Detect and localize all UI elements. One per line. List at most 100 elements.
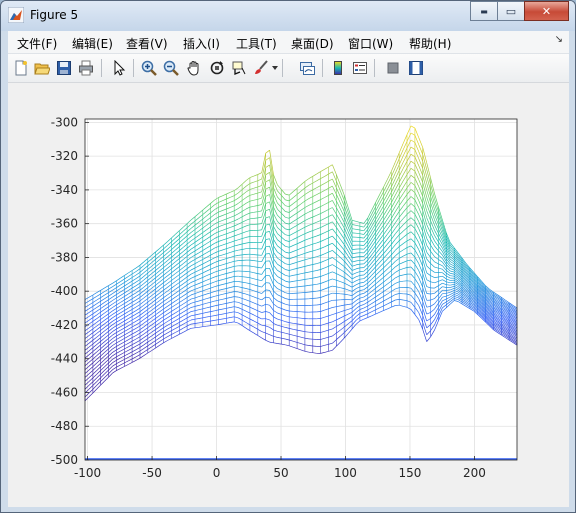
zoom-in-button[interactable]: [139, 58, 159, 78]
toolbar-separator: [282, 59, 283, 77]
y-tick-label: -380: [51, 250, 78, 264]
menu-help[interactable]: 帮助(H): [409, 35, 451, 52]
menu-window[interactable]: 窗口(W): [348, 35, 393, 52]
figure-toolbar: [8, 54, 569, 83]
matlab-logo-icon: [8, 7, 24, 23]
menu-tools[interactable]: 工具(T): [236, 35, 277, 52]
zoom-out-button[interactable]: [161, 58, 181, 78]
close-icon: ✕: [541, 4, 552, 18]
insert-legend-button[interactable]: [350, 58, 370, 78]
folder-icon: [34, 63, 50, 75]
data-cursor-button[interactable]: [229, 58, 249, 78]
menu-view[interactable]: 查看(V): [126, 35, 168, 52]
figure-canvas[interactable]: -100 -50 0 50 100 150 200 -500 -480 -460 -440 -420-…: [8, 83, 569, 507]
link-plot-button[interactable]: [297, 58, 317, 78]
dock-arrow-icon[interactable]: ↘: [555, 34, 563, 45]
mesh-row-segment: [210, 324, 215, 327]
y-tick-label: -400: [51, 284, 78, 298]
menu-insert[interactable]: 插入(I): [183, 35, 220, 52]
y-tick-label: -500: [51, 453, 78, 467]
menu-edit[interactable]: 编辑(E): [72, 35, 113, 52]
mesh-row-segment: [308, 351, 313, 354]
new-figure-button[interactable]: [11, 58, 31, 78]
figure-client-area: 文件(F) 编辑(E) 查看(V) 插入(I) 工具(T) 桌面(D) 窗口(W…: [8, 31, 569, 507]
colorbar-icon: [334, 61, 342, 75]
close-button[interactable]: ✕: [524, 1, 569, 21]
edit-plot-button[interactable]: [109, 58, 129, 78]
pointer-icon: [114, 60, 126, 76]
maximize-icon: ▭: [505, 4, 517, 18]
print-button[interactable]: [76, 58, 96, 78]
x-tick-label: -100: [74, 466, 101, 480]
mesh-row-segment: [304, 331, 309, 333]
mesh-row-segment: [297, 286, 302, 288]
title-bar[interactable]: Figure 5 ▬ ▭ ✕: [1, 1, 575, 31]
minimize-icon: ▬: [480, 6, 488, 16]
mesh-row-segment: [265, 289, 270, 291]
mesh-row-segment: [206, 325, 211, 327]
mesh-row-segment: [308, 345, 313, 347]
menu-file[interactable]: 文件(F): [17, 35, 57, 52]
mesh-row-segment: [238, 275, 243, 278]
mesh-row-segment: [202, 325, 207, 328]
mesh-row-segment: [265, 253, 270, 255]
mesh-row-segment: [289, 316, 294, 318]
mesh-row-segment: [406, 266, 412, 268]
y-tick-label: -440: [51, 352, 78, 366]
brush-dropdown-icon[interactable]: [272, 66, 278, 70]
mesh-row-segment: [234, 265, 239, 267]
open-button[interactable]: [32, 58, 52, 78]
brush-button[interactable]: [251, 58, 271, 78]
rotate-3d-button[interactable]: [207, 58, 227, 78]
menu-bar: 文件(F) 编辑(E) 查看(V) 插入(I) 工具(T) 桌面(D) 窗口(W…: [8, 31, 569, 54]
menu-desktop[interactable]: 桌面(D): [291, 35, 334, 52]
y-tick-label: -460: [51, 385, 78, 399]
mesh-row-segment: [190, 327, 196, 329]
mesh-row-segment: [450, 275, 455, 277]
mesh-row-segment: [355, 232, 360, 235]
link-icon: [300, 62, 315, 75]
mesh-row-segment: [316, 304, 321, 306]
hide-plot-tools-button[interactable]: [383, 58, 403, 78]
legend-icon: [353, 62, 367, 74]
mesh-row-segment: [359, 240, 364, 243]
insert-colorbar-button[interactable]: [328, 58, 348, 78]
pan-button[interactable]: [184, 58, 204, 78]
mesh-row-segment: [293, 286, 298, 288]
y-tick-label: -420: [51, 318, 78, 332]
mesh-row-segment: [242, 254, 247, 256]
mesh-row-segment: [446, 289, 451, 291]
x-tick-label: 0: [213, 466, 221, 480]
minimize-button[interactable]: ▬: [470, 1, 498, 21]
hand-icon: [187, 60, 199, 76]
mesh-row-segment: [355, 256, 360, 258]
rotate-icon: [210, 61, 224, 75]
toolbar-separator: [101, 59, 102, 77]
x-tick-label: 150: [399, 466, 422, 480]
data-cursor-icon: [232, 61, 246, 75]
mesh-row-segment: [359, 278, 364, 280]
mesh-row-segment: [289, 287, 294, 289]
show-plot-tools-button[interactable]: [406, 58, 426, 78]
maximize-button[interactable]: ▭: [497, 1, 525, 21]
new-file-icon: [15, 60, 27, 76]
mesh-row-segment: [253, 217, 258, 219]
mesh-plot[interactable]: -100 -50 0 50 100 150 200-500-480-460-440-420-…: [8, 83, 569, 507]
mesh-row-segment: [257, 260, 262, 263]
x-tick-label: 200: [463, 466, 486, 480]
save-button[interactable]: [54, 58, 74, 78]
hide-tools-icon: [387, 62, 399, 74]
print-icon: [79, 60, 93, 76]
y-tick-label: -320: [51, 149, 78, 163]
brush-icon: [255, 60, 268, 74]
mesh-row-segment: [308, 284, 313, 286]
zoom-out-icon: [163, 60, 179, 76]
y-tick-label: -300: [51, 115, 78, 129]
mesh-row-segment: [308, 291, 313, 293]
mesh-row-segment: [257, 223, 262, 225]
mesh-row-segment: [234, 296, 239, 298]
x-tick-label: -50: [142, 466, 162, 480]
mesh-row-segment: [352, 248, 357, 250]
mesh-row-segment: [238, 254, 243, 256]
x-tick-label: 100: [334, 466, 357, 480]
